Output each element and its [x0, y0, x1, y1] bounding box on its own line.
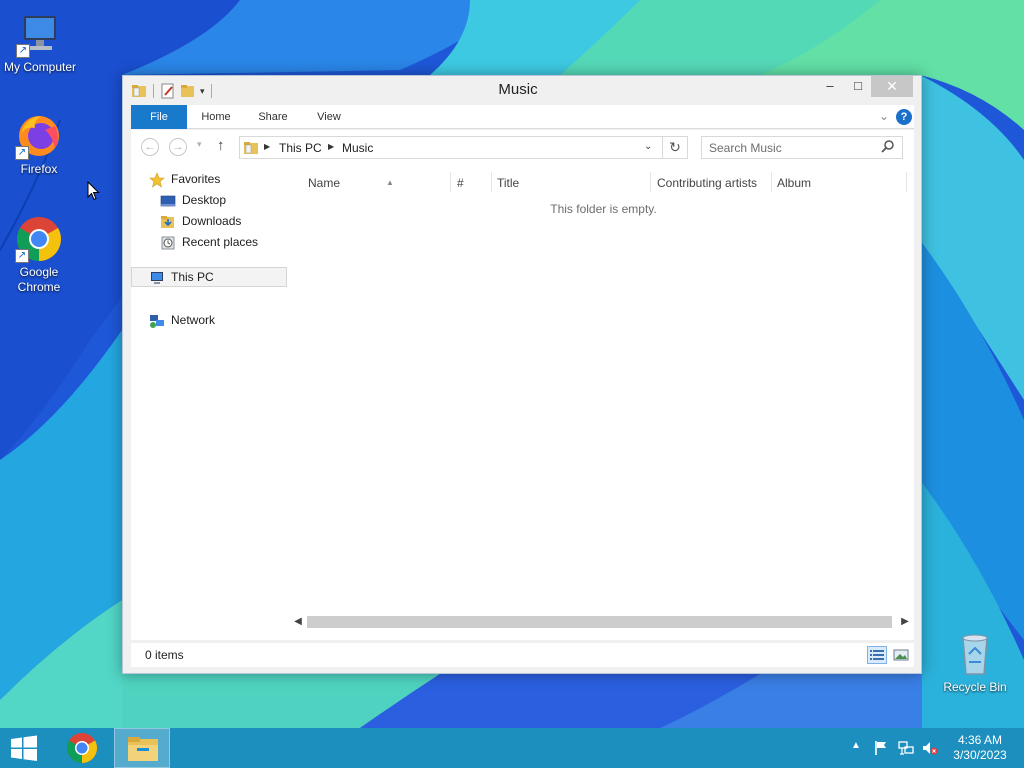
windows-logo-icon: [11, 735, 37, 761]
taskbar: ▲ 4:36 AM 3/30/2023: [0, 728, 1024, 768]
nav-item-recent-places[interactable]: Recent places: [131, 232, 287, 252]
column-header-contributing-artists[interactable]: Contributing artists: [657, 172, 769, 194]
item-count: 0 items: [145, 648, 184, 662]
star-icon: [149, 172, 165, 188]
desktop-icon-recycle-bin[interactable]: Recycle Bin: [933, 630, 1017, 695]
desktop-icon-label: Recycle Bin: [943, 680, 1007, 694]
refresh-button[interactable]: ↻: [663, 136, 688, 159]
forward-button[interactable]: →: [169, 138, 187, 156]
details-view-icon: [870, 650, 884, 660]
details-view-button[interactable]: [867, 646, 887, 664]
up-arrow-icon[interactable]: ↑: [217, 137, 225, 154]
nav-item-label: Desktop: [182, 193, 227, 207]
column-divider[interactable]: [650, 172, 651, 192]
back-button[interactable]: ←: [141, 138, 159, 156]
nav-item-label: Recent places: [182, 235, 259, 249]
desktop-icon-label: My Computer: [3, 60, 77, 74]
column-divider[interactable]: [906, 172, 907, 192]
sort-ascending-icon: ▲: [386, 178, 394, 187]
desktop-icon-label: Google Chrome: [17, 265, 61, 294]
firefox-icon: ↗: [15, 112, 63, 160]
downloads-folder-icon: [161, 216, 174, 228]
clock-date: 3/30/2023: [953, 748, 1007, 762]
tab-view[interactable]: View: [307, 105, 351, 129]
nav-item-label: Network: [171, 313, 216, 327]
search-icon[interactable]: [881, 139, 895, 153]
recycle-bin-icon: [951, 630, 999, 678]
address-row: ← → ▾ ↑ ▶ This PC ▶ Music ⌄ ↻: [131, 130, 914, 164]
column-header-name[interactable]: Name ▲: [308, 172, 448, 194]
nav-item-label: Downloads: [182, 214, 242, 228]
address-bar[interactable]: ▶ This PC ▶ Music ⌄: [239, 136, 663, 159]
nav-item-this-pc[interactable]: This PC: [131, 267, 287, 287]
breadcrumb-music[interactable]: Music: [342, 141, 373, 155]
system-clock[interactable]: 4:36 AM 3/30/2023: [940, 733, 1020, 763]
explorer-window[interactable]: ▾ Music – □ ✕ File Home Share View ⌄ ? ←…: [122, 75, 922, 674]
desktop-icon-google-chrome[interactable]: ↗ Google Chrome: [0, 215, 81, 295]
action-center-flag-icon[interactable]: [873, 740, 889, 756]
window-title: Music: [498, 81, 538, 98]
breadcrumb-this-pc[interactable]: This PC: [279, 141, 322, 155]
status-bar: 0 items: [131, 643, 914, 667]
nav-item-favorites[interactable]: Favorites: [131, 169, 287, 189]
recent-places-icon: [161, 236, 175, 250]
address-dropdown-chevron-icon[interactable]: ⌄: [644, 141, 652, 152]
nav-item-desktop[interactable]: Desktop: [131, 190, 287, 210]
horizontal-scrollbar[interactable]: ◀ ▶: [291, 614, 914, 631]
empty-folder-message: This folder is empty.: [550, 202, 657, 216]
chrome-icon: ↗: [15, 215, 63, 263]
desktop-icon-label: Firefox: [20, 162, 58, 176]
start-button[interactable]: [0, 728, 48, 768]
network-icon: [150, 315, 164, 328]
column-header-album[interactable]: Album: [777, 172, 897, 194]
desktop-icon-firefox[interactable]: ↗ Firefox: [0, 112, 81, 177]
large-icons-view-icon: [893, 649, 909, 661]
large-icons-view-button[interactable]: [891, 646, 911, 664]
tab-home[interactable]: Home: [193, 105, 239, 129]
nav-item-label: Favorites: [171, 172, 221, 186]
column-divider[interactable]: [450, 172, 451, 192]
maximize-button[interactable]: □: [847, 76, 869, 97]
help-icon[interactable]: ?: [896, 109, 912, 125]
folder-icon: [244, 142, 258, 154]
minimize-button[interactable]: –: [819, 76, 841, 97]
search-input[interactable]: [701, 136, 903, 159]
desktop-icon-my-computer[interactable]: ↗ My Computer: [0, 10, 82, 75]
content-area: Favorites Desktop Downloads Recent place…: [131, 164, 914, 640]
breadcrumb-chevron-icon[interactable]: ▶: [328, 142, 334, 151]
tab-file[interactable]: File: [131, 105, 187, 129]
column-header-number[interactable]: #: [457, 172, 487, 194]
clock-time: 4:36 AM: [957, 733, 1003, 747]
ribbon-tabs: File Home Share View ⌄ ?: [131, 105, 914, 129]
column-divider[interactable]: [771, 172, 772, 192]
nav-item-label: This PC: [171, 270, 214, 284]
this-pc-icon: [151, 272, 163, 284]
tab-share[interactable]: Share: [249, 105, 297, 129]
network-status-icon[interactable]: [898, 740, 914, 756]
scroll-right-icon[interactable]: ▶: [898, 615, 912, 629]
chrome-icon: [66, 733, 98, 763]
expand-ribbon-chevron-icon[interactable]: ⌄: [876, 108, 892, 124]
nav-item-network[interactable]: Network: [131, 310, 287, 330]
computer-icon: ↗: [16, 10, 64, 58]
mouse-cursor-icon: [87, 181, 100, 201]
scroll-left-icon[interactable]: ◀: [291, 615, 305, 629]
breadcrumb-chevron-icon[interactable]: ▶: [264, 142, 270, 151]
show-hidden-icons-chevron-icon[interactable]: ▲: [851, 740, 867, 756]
close-button[interactable]: ✕: [871, 76, 913, 97]
nav-item-downloads[interactable]: Downloads: [131, 211, 287, 231]
taskbar-chrome-button[interactable]: [54, 728, 110, 768]
file-explorer-icon: [128, 737, 158, 761]
file-list[interactable]: Name ▲ # Title Contributing artists Albu…: [295, 164, 914, 640]
scrollbar-thumb[interactable]: [307, 616, 892, 628]
taskbar-file-explorer-button[interactable]: [114, 728, 170, 768]
navigation-panel: Favorites Desktop Downloads Recent place…: [131, 164, 291, 640]
recent-locations-chevron-icon[interactable]: ▾: [197, 139, 202, 150]
speaker-muted-icon[interactable]: [922, 740, 938, 756]
desktop-icon: [160, 195, 176, 207]
title-bar[interactable]: ▾ Music – □ ✕: [123, 76, 921, 104]
column-divider[interactable]: [491, 172, 492, 192]
column-header-title[interactable]: Title: [497, 172, 647, 194]
